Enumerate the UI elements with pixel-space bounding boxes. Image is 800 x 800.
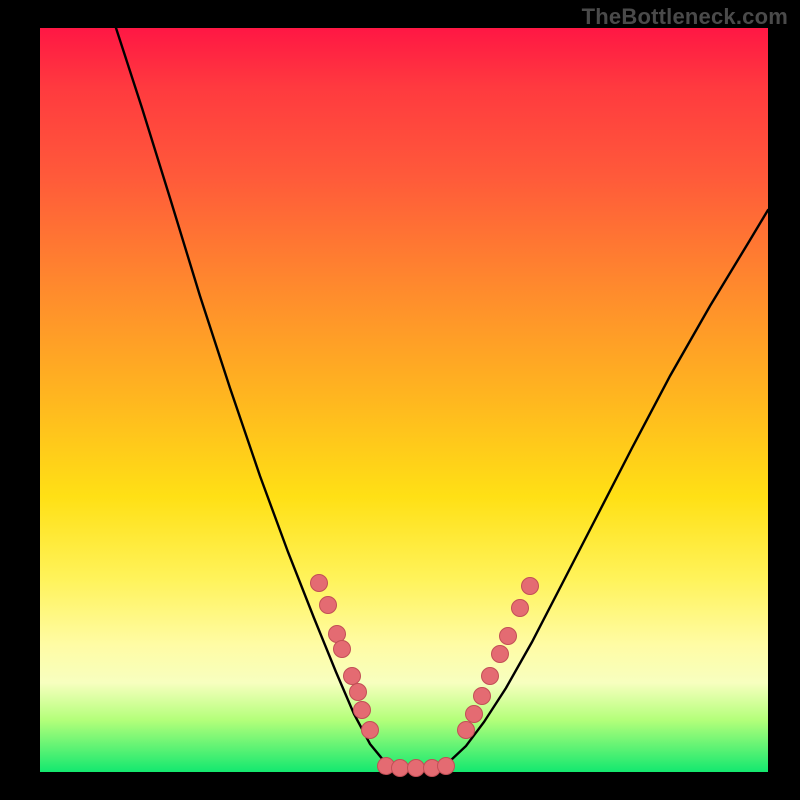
watermark-text: TheBottleneck.com [582,4,788,30]
data-point [354,702,371,719]
data-point [458,722,475,739]
data-point [362,722,379,739]
data-point [320,597,337,614]
data-point [512,600,529,617]
data-point [438,758,455,775]
data-point [408,760,425,777]
data-point [522,578,539,595]
data-point [500,628,517,645]
curve-left [116,28,396,768]
chart-frame: TheBottleneck.com [0,0,800,800]
data-point [350,684,367,701]
data-point [474,688,491,705]
data-point [311,575,328,592]
data-point [344,668,361,685]
data-point [482,668,499,685]
data-point [392,760,409,777]
plot-area [40,28,768,772]
data-point [466,706,483,723]
data-point [329,626,346,643]
data-point [334,641,351,658]
data-point [492,646,509,663]
curve-right [436,210,768,768]
data-points-group [311,575,539,777]
curve-svg [40,28,768,772]
